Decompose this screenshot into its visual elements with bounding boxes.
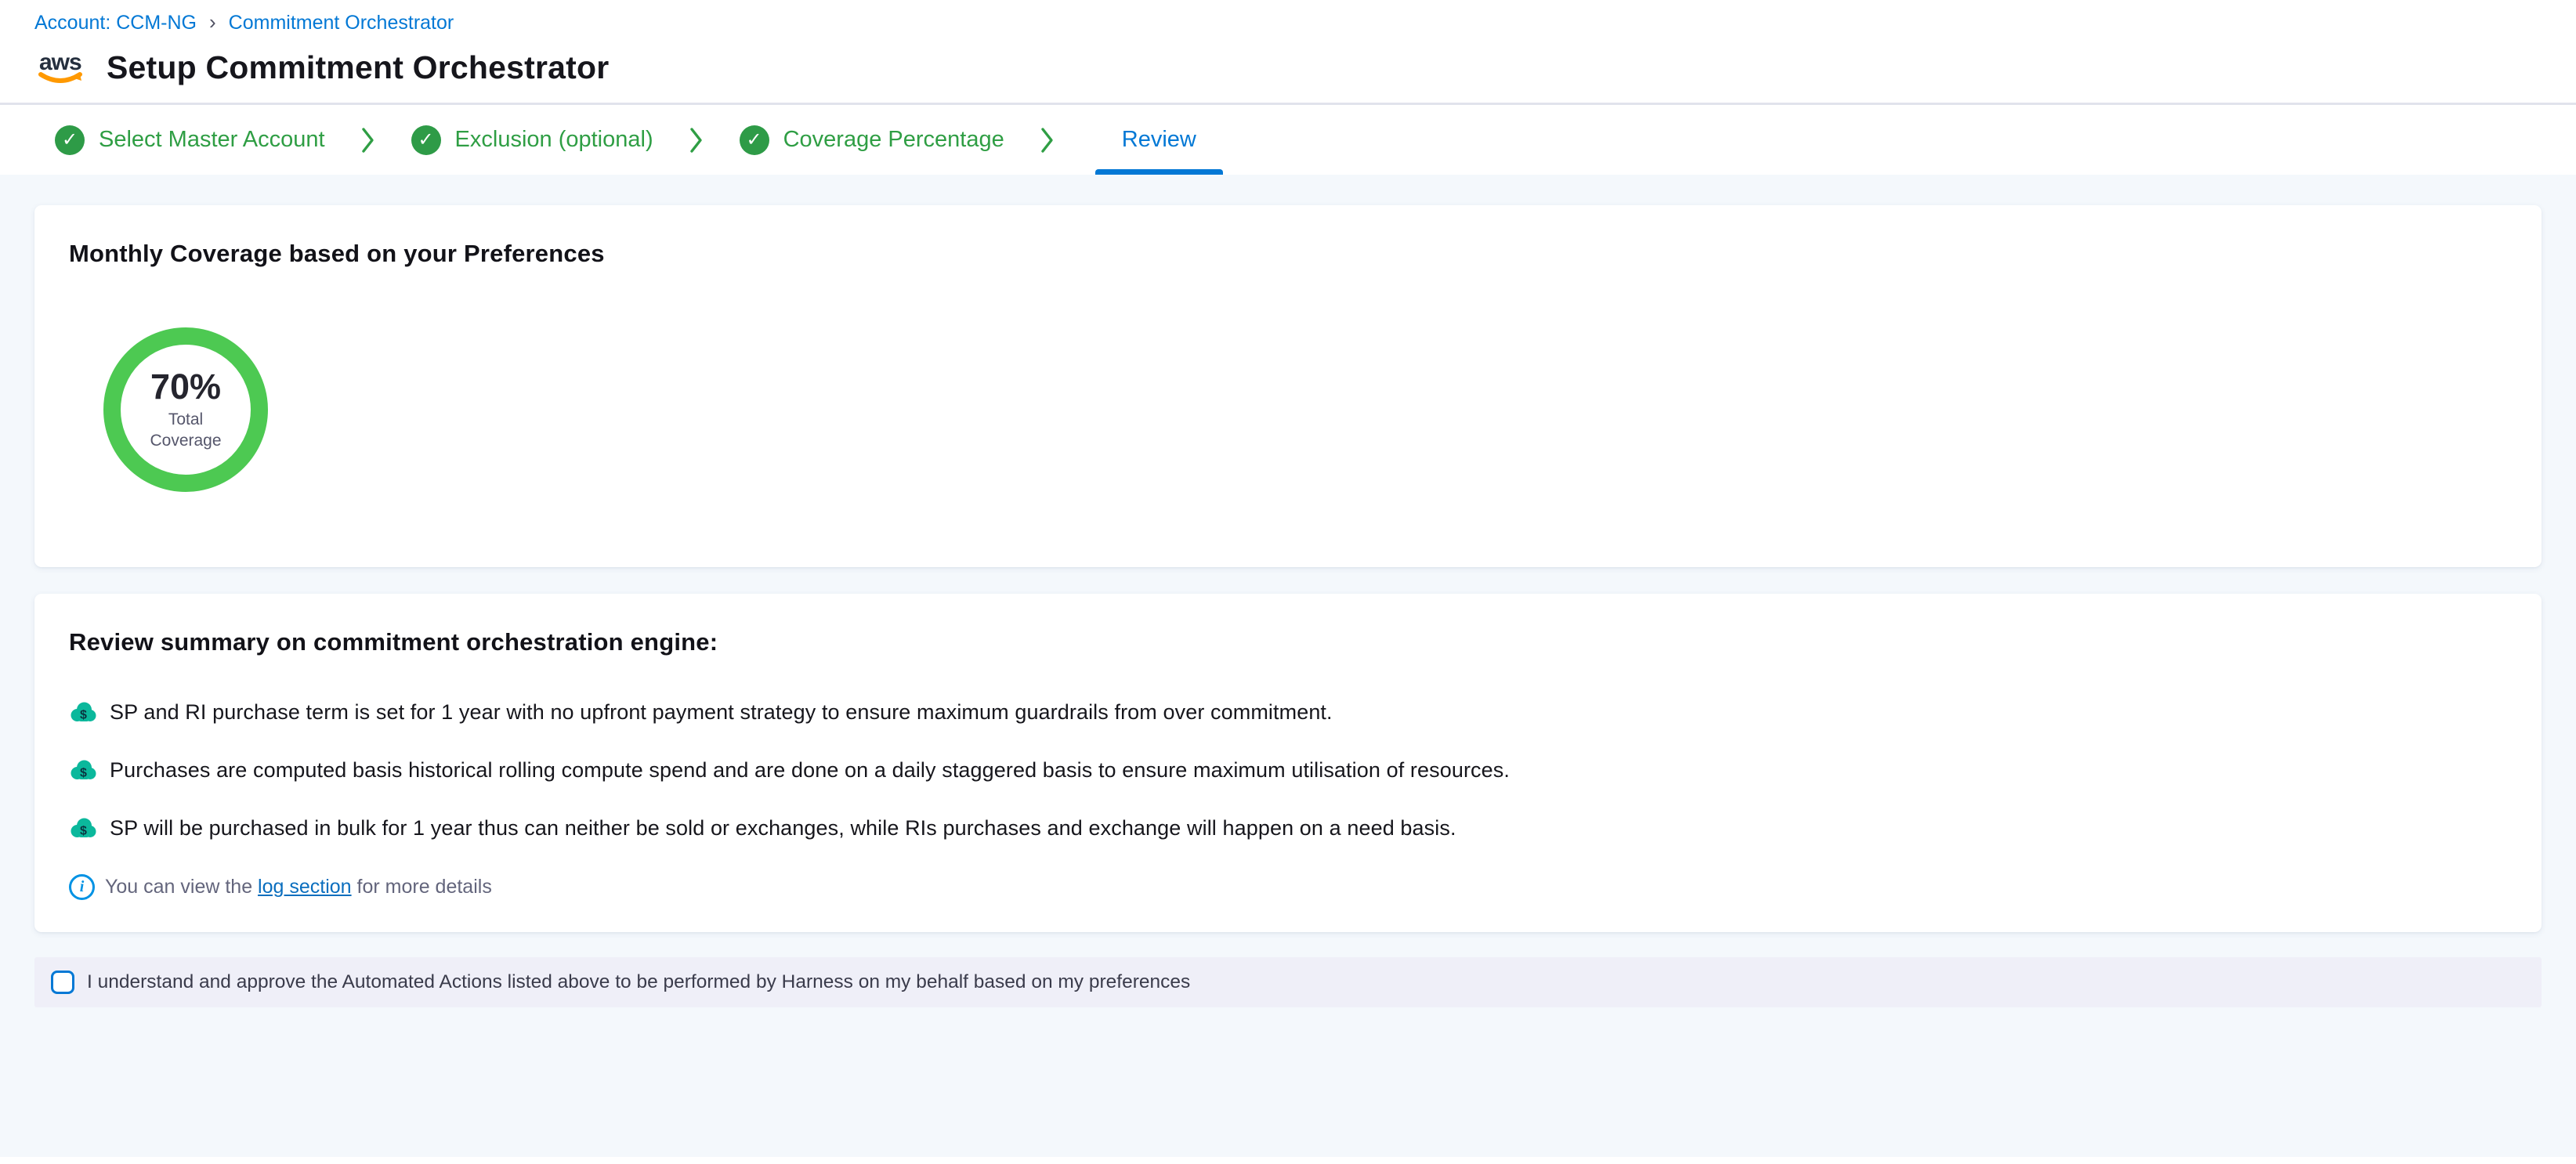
svg-text:$: $ [80,767,87,780]
monthly-coverage-card: Monthly Coverage based on your Preferenc… [34,205,2542,567]
cloud-dollar-icon: $ [69,758,97,783]
approval-checkbox[interactable] [51,971,74,994]
info-icon: i [69,874,95,900]
check-circle-icon: ✓ [740,125,769,155]
main-content: Monthly Coverage based on your Preferenc… [0,175,2576,1007]
cloud-dollar-icon: $ [69,700,97,725]
page-header: Account: CCM-NG › Commitment Orchestrato… [0,0,2576,105]
check-circle-icon: ✓ [55,125,85,155]
svg-text:$: $ [80,709,87,722]
step-label: Exclusion (optional) [455,127,653,153]
approval-label: I understand and approve the Automated A… [87,971,1190,993]
info-suffix: for more details [352,876,492,898]
chevron-right-icon [689,105,704,175]
info-text: You can view the log section for more de… [105,876,492,898]
review-summary-card: Review summary on commitment orchestrati… [34,594,2542,932]
list-item: $ Purchases are computed basis historica… [69,758,2507,783]
bullet-text: SP will be purchased in bulk for 1 year … [110,816,1456,840]
bullet-text: SP and RI purchase term is set for 1 yea… [110,700,1333,725]
step-coverage-percentage[interactable]: ✓ Coverage Percentage [740,105,1004,175]
list-item: $ SP and RI purchase term is set for 1 y… [69,700,2507,725]
page-title: Setup Commitment Orchestrator [107,49,609,86]
svg-text:$: $ [80,825,87,838]
list-item: $ SP will be purchased in bulk for 1 yea… [69,816,2507,840]
chevron-right-icon [1040,105,1055,175]
donut-value: 70% [150,368,221,405]
info-prefix: You can view the [105,876,258,898]
svg-text:aws: aws [39,49,81,75]
check-circle-icon: ✓ [411,125,441,155]
breadcrumb-page-link[interactable]: Commitment Orchestrator [229,12,454,34]
total-coverage-donut-chart: 70% Total Coverage [103,327,268,492]
review-bullet-list: $ SP and RI purchase term is set for 1 y… [69,700,2507,840]
approval-band: I understand and approve the Automated A… [34,957,2542,1007]
tab-review-label: Review [1122,127,1196,153]
breadcrumb-account-link[interactable]: Account: CCM-NG [34,12,197,34]
step-exclusion[interactable]: ✓ Exclusion (optional) [411,105,653,175]
step-label: Select Master Account [99,127,325,153]
breadcrumb-separator-icon: › [209,10,216,34]
chevron-right-icon [361,105,375,175]
review-card-title: Review summary on commitment orchestrati… [69,628,2507,656]
log-section-link[interactable]: log section [258,876,352,898]
tab-review[interactable]: Review [1095,105,1223,175]
donut-label: Total Coverage [139,410,233,451]
setup-stepper: ✓ Select Master Account ✓ Exclusion (opt… [0,105,2576,175]
bullet-text: Purchases are computed basis historical … [110,758,1510,783]
log-info-row: i You can view the log section for more … [69,874,2507,900]
aws-logo-icon: aws [34,46,91,89]
step-label: Coverage Percentage [783,127,1004,153]
coverage-card-title: Monthly Coverage based on your Preferenc… [69,240,2507,268]
bottom-strip [0,1157,2576,1164]
breadcrumb: Account: CCM-NG › Commitment Orchestrato… [34,11,2542,35]
cloud-dollar-icon: $ [69,816,97,840]
step-select-master-account[interactable]: ✓ Select Master Account [55,105,325,175]
